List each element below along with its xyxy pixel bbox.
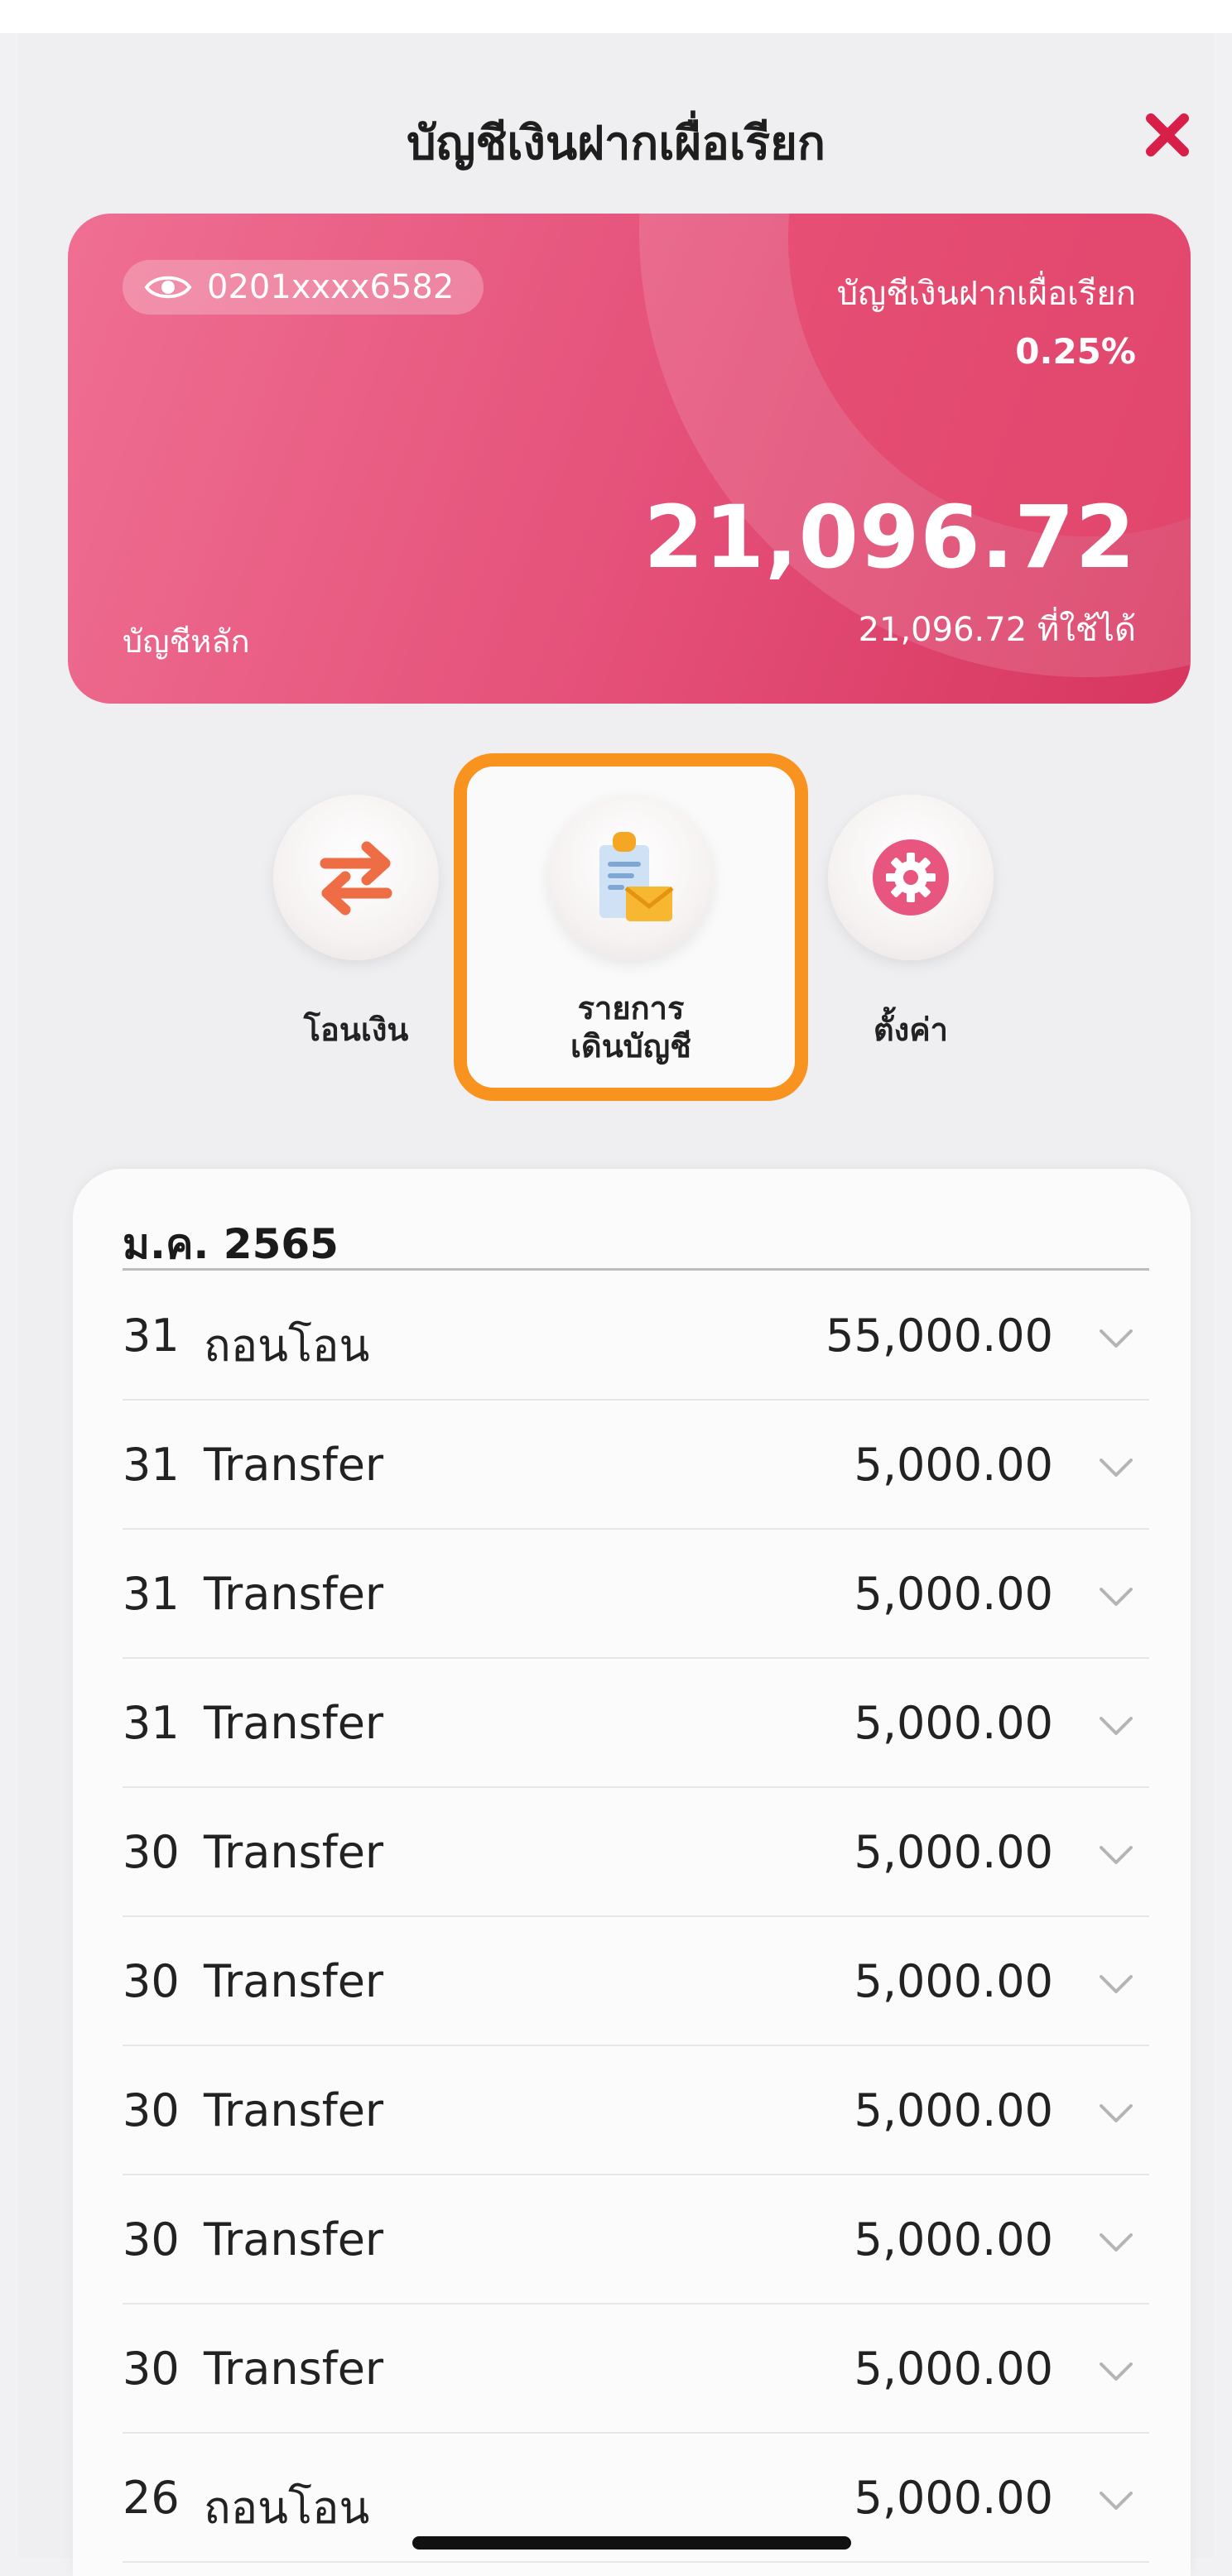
transaction-description: Transfer xyxy=(204,2084,384,2136)
chevron-down-icon[interactable] xyxy=(1091,2480,1141,2521)
transaction-day: 30 xyxy=(123,1826,180,1878)
home-indicator xyxy=(412,2536,851,2550)
chevron-down-icon[interactable] xyxy=(1091,2093,1141,2134)
top-strip xyxy=(0,0,1232,33)
transaction-list[interactable]: ม.ค. 2565 31 ถอนโอน 55,000.00 31 Transfer 5,0… xyxy=(73,1169,1191,2576)
statement-label-line2: เดินบัญชี xyxy=(570,1027,691,1065)
transaction-row[interactable]: 31 Transfer 5,000.00 xyxy=(123,1401,1149,1530)
close-icon xyxy=(1146,113,1189,156)
transaction-amount: 5,000.00 xyxy=(854,2084,1053,2136)
interest-rate: 0.25% xyxy=(1015,331,1136,372)
close-button[interactable] xyxy=(1134,98,1201,172)
account-card[interactable]: 0201xxxx6582 บัญชีเงินฝากเผื่อเรียก 0.25… xyxy=(68,214,1191,704)
transaction-row[interactable]: 31 Transfer 5,000.00 xyxy=(123,1659,1149,1788)
transaction-description: ถอนโอน xyxy=(204,2482,370,2534)
transaction-row[interactable]: 31 ถอนโอน 55,000.00 xyxy=(123,1271,1149,1401)
transaction-day: 30 xyxy=(123,2343,180,2395)
chevron-down-icon[interactable] xyxy=(1091,1318,1141,1359)
account-number: 0201xxxx6582 xyxy=(207,268,455,306)
transaction-amount: 5,000.00 xyxy=(854,1568,1053,1620)
transfer-label: โอนเงิน xyxy=(303,1012,409,1048)
transaction-description: Transfer xyxy=(204,1439,384,1491)
transaction-day: 31 xyxy=(123,1568,180,1620)
transaction-day: 31 xyxy=(123,1310,180,1362)
transaction-amount: 5,000.00 xyxy=(854,2213,1053,2266)
statement-label: รายการ เดินบัญชี xyxy=(482,990,780,1065)
transaction-description: Transfer xyxy=(204,2343,384,2395)
chevron-down-icon[interactable] xyxy=(1091,1705,1141,1747)
transaction-day: 30 xyxy=(123,2213,180,2266)
transaction-row[interactable]: 30 Transfer 5,000.00 xyxy=(123,2175,1149,2304)
transaction-amount: 5,000.00 xyxy=(854,1826,1053,1878)
account-type: บัญชีเงินฝากเผื่อเรียก xyxy=(836,275,1136,313)
statement-icon xyxy=(599,832,674,921)
chevron-down-icon[interactable] xyxy=(1091,1963,1141,2005)
transaction-row[interactable]: 31 Transfer 5,000.00 xyxy=(123,1530,1149,1659)
transaction-description: Transfer xyxy=(204,1826,384,1878)
transaction-day: 31 xyxy=(123,1439,180,1491)
main-account-label: บัญชีหลัก xyxy=(123,623,250,660)
chevron-down-icon[interactable] xyxy=(1091,2222,1141,2263)
transaction-description: Transfer xyxy=(204,1955,384,2007)
settings-label: ตั้งค่า xyxy=(873,1012,948,1048)
chevron-down-icon[interactable] xyxy=(1091,2351,1141,2392)
transaction-amount: 5,000.00 xyxy=(854,1697,1053,1749)
transaction-amount: 5,000.00 xyxy=(854,1439,1053,1491)
transaction-description: Transfer xyxy=(204,1697,384,1749)
statement-label-line1: รายการ xyxy=(577,990,685,1026)
transaction-day: 31 xyxy=(123,1697,180,1749)
transfer-button[interactable] xyxy=(273,795,439,960)
transfer-icon xyxy=(320,841,392,916)
transaction-amount: 5,000.00 xyxy=(854,2472,1053,2524)
transaction-day: 30 xyxy=(123,2084,180,2136)
chevron-down-icon[interactable] xyxy=(1091,1447,1141,1488)
transaction-description: Transfer xyxy=(204,1568,384,1620)
transaction-amount: 5,000.00 xyxy=(854,1955,1053,2007)
transaction-row[interactable]: 30 Transfer 5,000.00 xyxy=(123,1788,1149,1917)
chevron-down-icon[interactable] xyxy=(1091,1834,1141,1876)
gear-icon xyxy=(873,839,949,916)
transaction-row[interactable]: 30 Transfer 5,000.00 xyxy=(123,2046,1149,2175)
statement-button[interactable] xyxy=(548,795,714,960)
transaction-amount: 5,000.00 xyxy=(854,2343,1053,2395)
transaction-description: Transfer xyxy=(204,2213,384,2266)
transaction-description: ถอนโอน xyxy=(204,1319,370,1372)
account-balance: 21,096.72 xyxy=(643,487,1136,588)
transaction-row[interactable]: 30 Transfer 5,000.00 xyxy=(123,1917,1149,2046)
transaction-day: 26 xyxy=(123,2472,180,2524)
settings-button[interactable] xyxy=(828,795,994,960)
available-balance: 21,096.72 ที่ใช้ได้ xyxy=(858,611,1136,649)
chevron-down-icon[interactable] xyxy=(1091,1576,1141,1617)
account-number-toggle[interactable]: 0201xxxx6582 xyxy=(123,260,484,315)
transaction-row[interactable]: 30 Transfer 5,000.00 xyxy=(123,2304,1149,2434)
transaction-amount: 55,000.00 xyxy=(825,1310,1053,1362)
transaction-day: 30 xyxy=(123,1955,180,2007)
month-divider xyxy=(123,1268,1149,1271)
eye-icon xyxy=(144,276,192,299)
page-title: บัญชีเงินฝากเผื่อเรียก xyxy=(407,117,825,171)
